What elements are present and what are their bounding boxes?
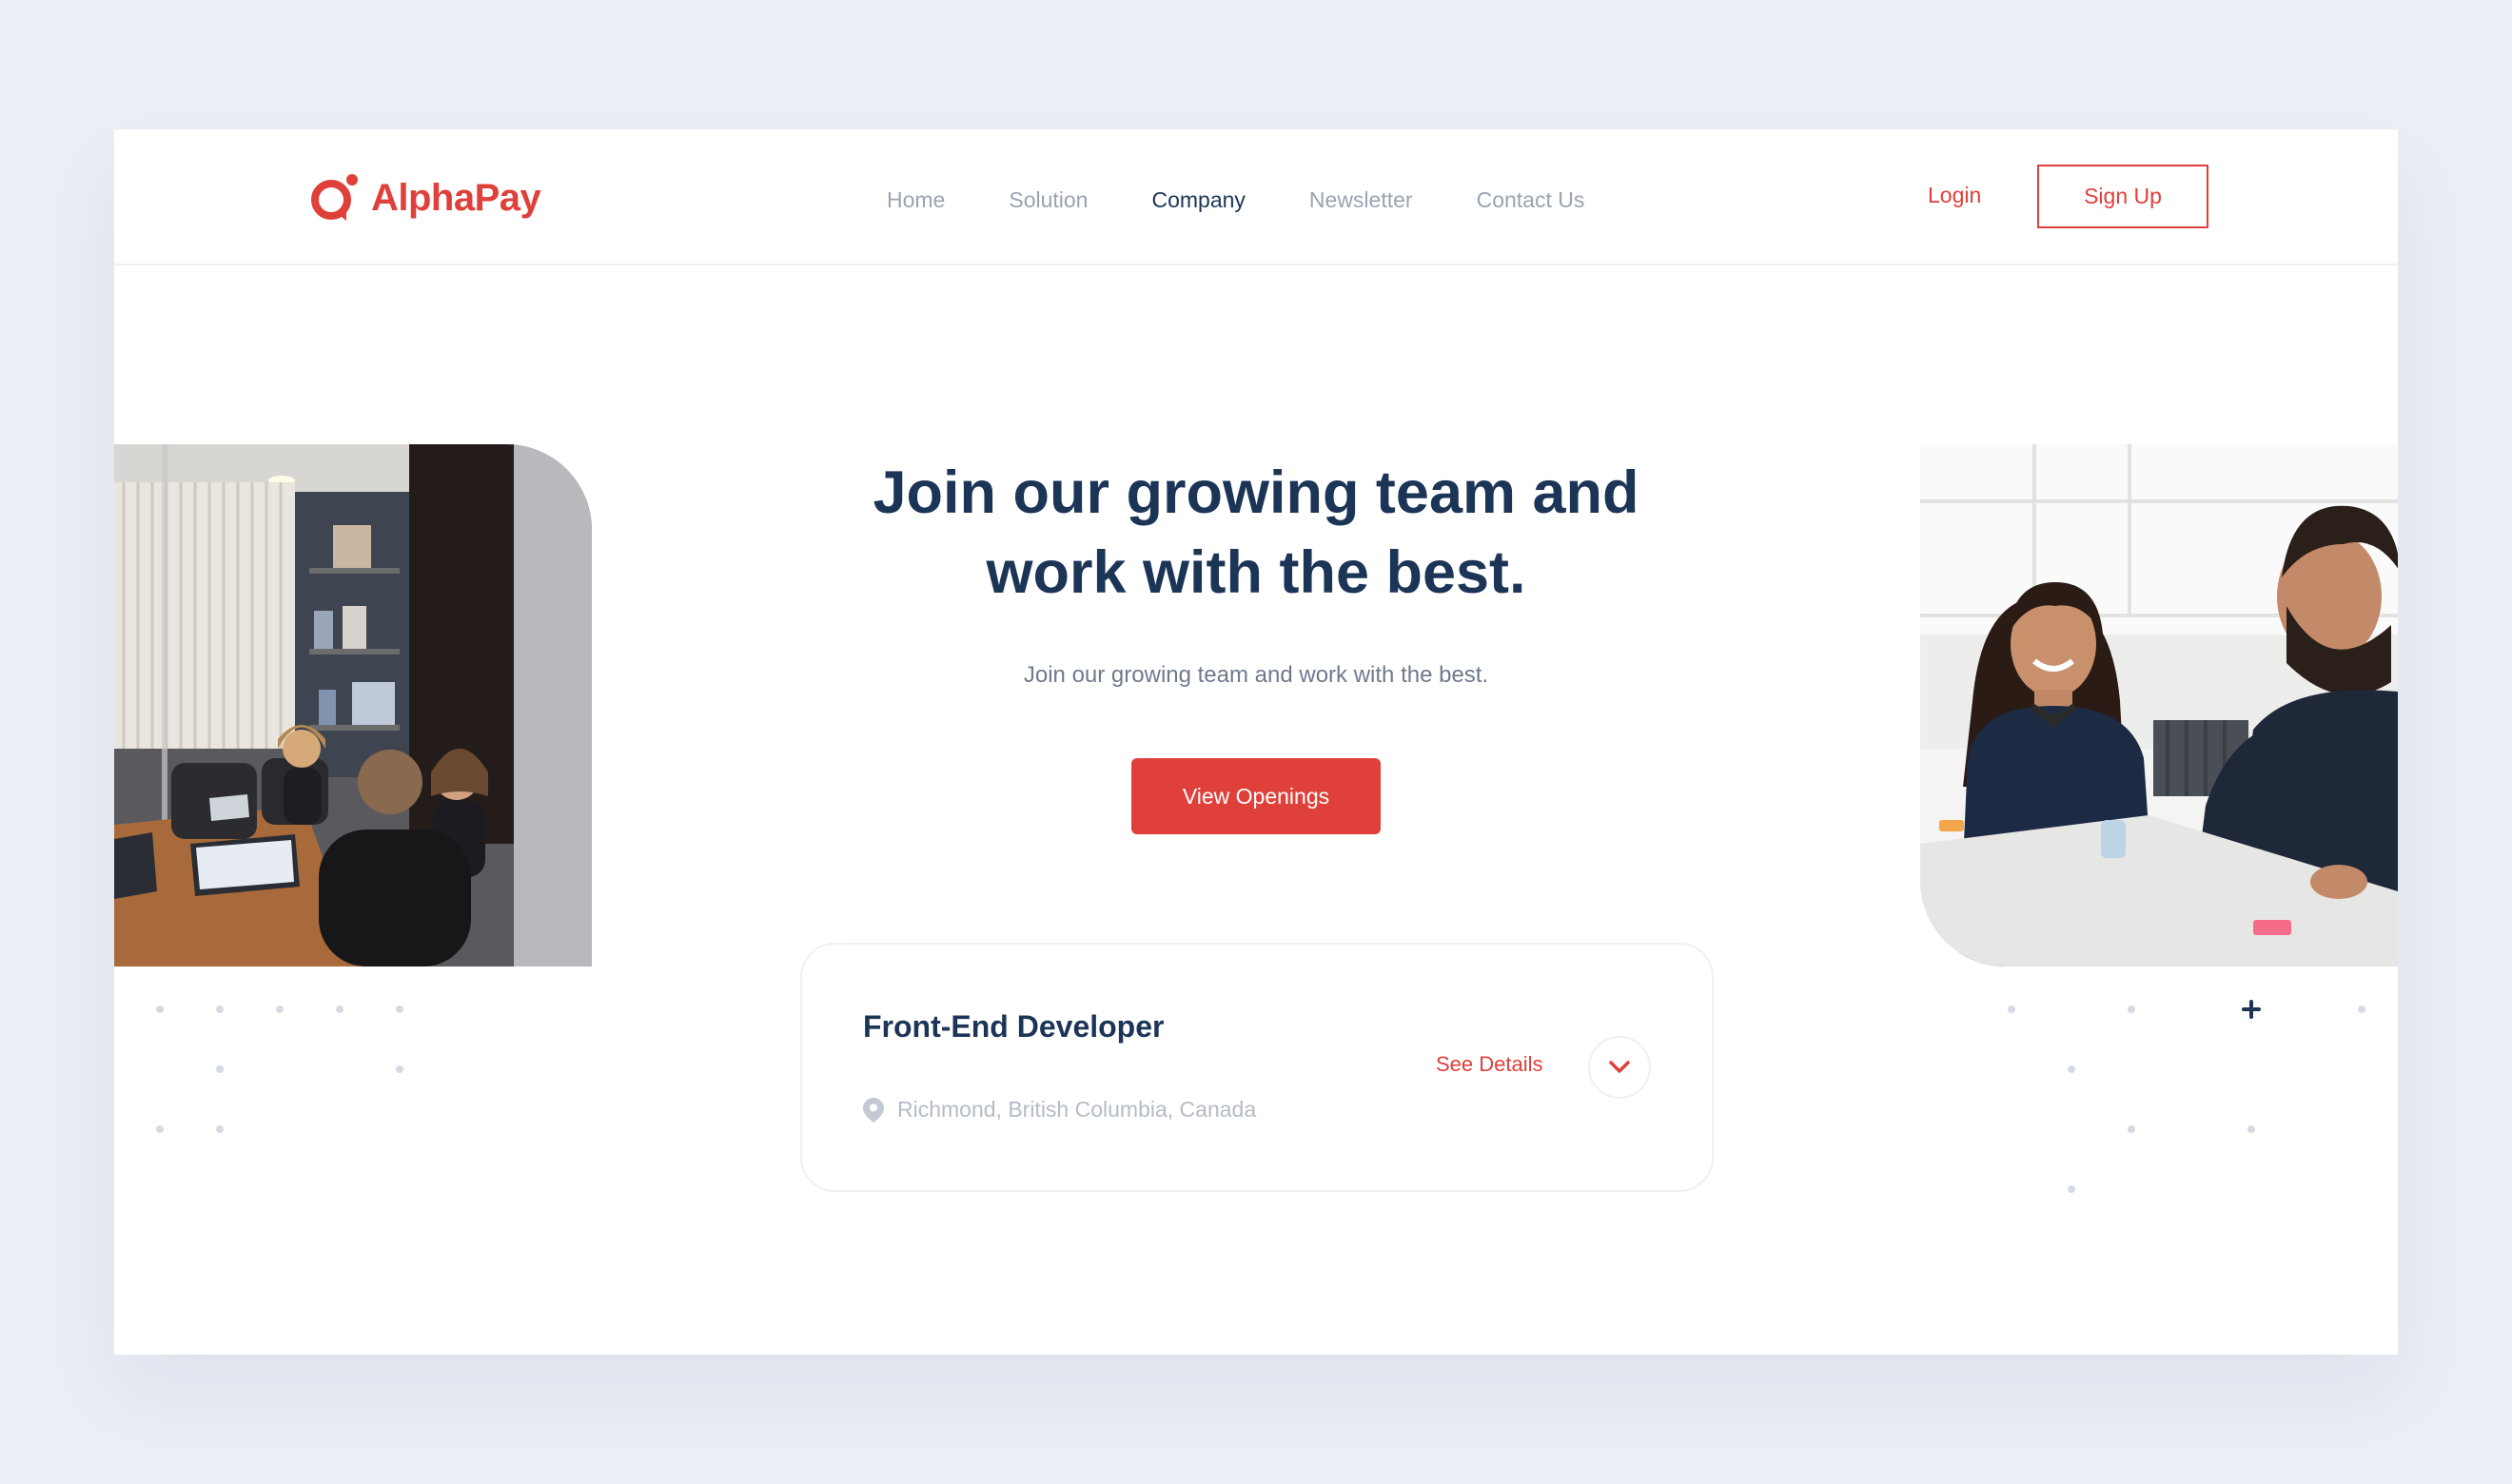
nav-newsletter[interactable]: Newsletter: [1309, 187, 1413, 213]
brand-logo[interactable]: AlphaPay: [308, 171, 541, 225]
sign-up-button[interactable]: Sign Up: [2037, 165, 2208, 228]
view-openings-button[interactable]: View Openings: [1131, 758, 1381, 834]
see-details-link[interactable]: See Details: [1436, 1052, 1543, 1077]
job-location-text: Richmond, British Columbia, Canada: [897, 1097, 1257, 1122]
hero-headline: Join our growing team and work with the …: [780, 453, 1732, 613]
job-location: Richmond, British Columbia, Canada: [863, 1097, 1256, 1123]
chevron-down-icon: [1609, 1061, 1630, 1073]
team-meeting-photo: [114, 444, 592, 967]
plus-icon: [2242, 1000, 2261, 1019]
hero-headline-line-1: Join our growing team and: [873, 459, 1639, 526]
nav-contact-us[interactable]: Contact Us: [1477, 187, 1585, 213]
alphapay-logo-icon: [311, 174, 358, 221]
login-link[interactable]: Login: [1928, 183, 1981, 208]
hero-subheading: Join our growing team and work with the …: [1023, 662, 1489, 688]
main-nav: Home Solution Company Newsletter Contact…: [887, 181, 1584, 219]
job-listing-card: Front-End Developer Richmond, British Co…: [800, 943, 1714, 1192]
page-frame: AlphaPay Home Solution Company Newslette…: [114, 129, 2398, 1355]
job-title: Front-End Developer: [863, 1009, 1165, 1044]
nav-solution[interactable]: Solution: [1009, 187, 1088, 213]
site-header: AlphaPay Home Solution Company Newslette…: [114, 129, 2398, 265]
hero-headline-line-2: work with the best.: [986, 539, 1526, 606]
expand-job-button[interactable]: [1588, 1036, 1651, 1099]
colleagues-photo: [1920, 444, 2398, 967]
nav-home[interactable]: Home: [887, 187, 945, 213]
map-pin-icon: [863, 1097, 884, 1123]
nav-company[interactable]: Company: [1151, 187, 1245, 213]
brand-name: AlphaPay: [371, 176, 541, 219]
